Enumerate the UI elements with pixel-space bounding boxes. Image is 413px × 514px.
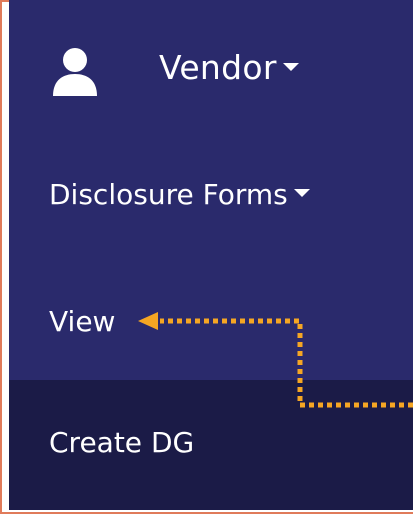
annotation-arrow <box>138 312 413 408</box>
